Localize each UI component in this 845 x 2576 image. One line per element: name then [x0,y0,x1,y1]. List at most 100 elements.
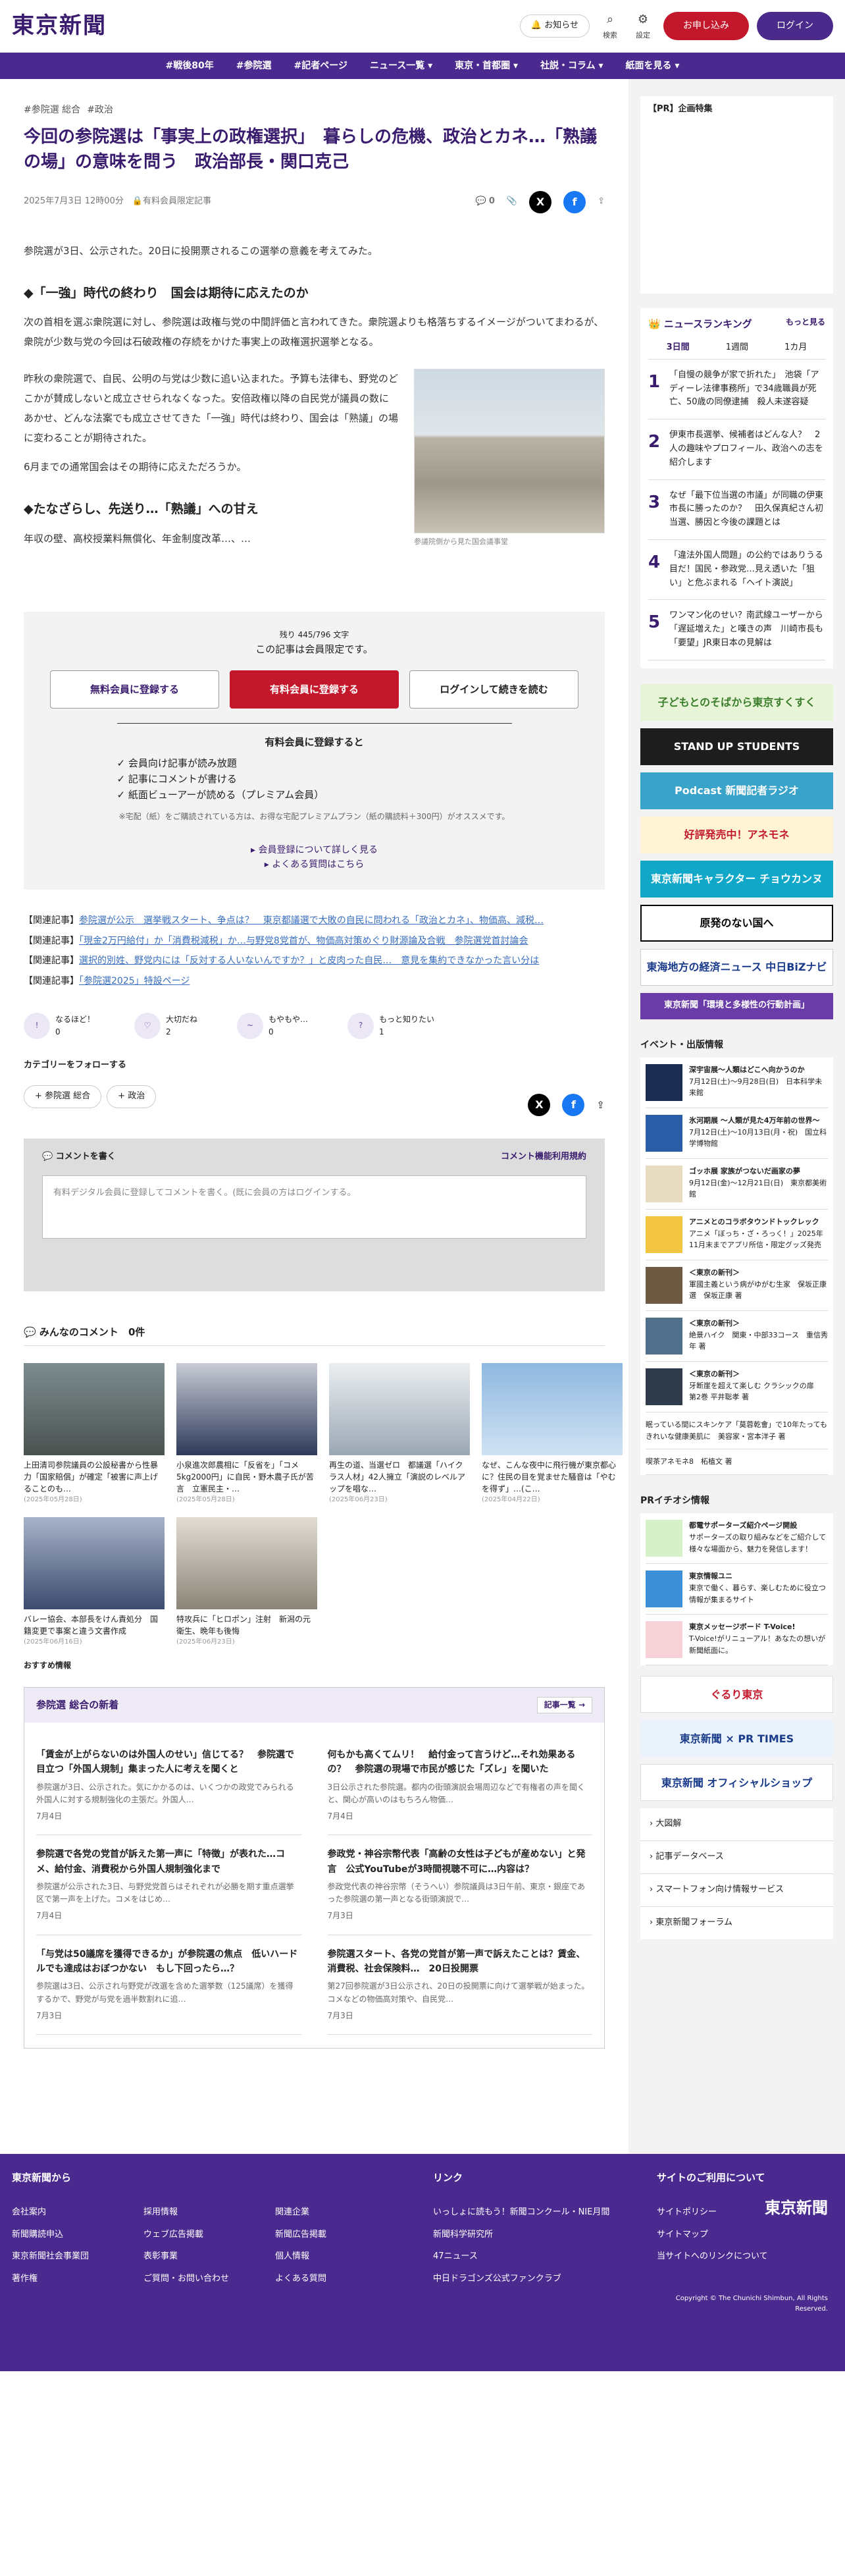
side-link[interactable]: › 記事データベース [640,1841,833,1874]
related-link[interactable]: 「参院選2025」特設ページ [79,976,190,986]
event-link[interactable]: 眠っている間にスキンケア「莫蓉乾會」で10年たってもきれいな健康美肌に 美容家・… [646,1412,828,1450]
comment-policy-link[interactable]: コメント機能利用規約 [501,1150,586,1164]
reaction-button[interactable]: ♡ 大切だね 2 [134,1012,197,1039]
thumb-card[interactable]: バレー協会、本部長をけん責処分 国籍変更で事案と違う文書作成 (2025年06月1… [24,1517,165,1648]
footer-link[interactable]: よくある質問 [275,2268,407,2290]
ranking-item[interactable]: 4 「違法外国人問題」の公約ではありうる目だ！国民・参政党…見え透いた「狙い」と危… [648,540,825,601]
news-item[interactable]: 参院選で各党の党首が訴えた第一声に「特徴」が表れた…コメ、給付金、消費税から外国… [36,1835,301,1935]
event-link[interactable]: 喫茶アネモネ8 柘植文 著 [646,1449,828,1475]
banner[interactable]: 東京新聞キャラクター チョウカンヌ [640,860,833,898]
x-share-icon[interactable]: X [528,1093,551,1116]
reaction-button[interactable]: ! なるほど！ 0 [24,1012,95,1039]
ranking-more-link[interactable]: もっと見る [786,316,825,332]
thumb-card[interactable]: 特攻兵に「ヒロポン」注射 新潟の元衛生、晩年も後悔 (2025年06月23日) [176,1517,317,1648]
news-item[interactable]: 参政党・神谷宗幣代表「高齢の女性は子どもが産めない」と発言 公式YouTubeが… [327,1835,592,1935]
settings-button[interactable]: ⚙ 設定 [630,11,655,41]
footer-link[interactable]: 会社案内 [12,2201,143,2224]
footer-link[interactable]: いっしょに読もう！新聞コンクール・NIE月間 [433,2201,630,2224]
pr-item[interactable]: 東京情報ユニ 東京で働く、暮らす、楽しむために役立つ情報が集まるサイト [646,1564,828,1615]
thumb-card[interactable]: なぜ、こんな夜中に飛行機が東京都心に？住民の目を覚ませた騒音は「やむを得ず」…(… [482,1363,623,1505]
banner[interactable]: 東京新聞 オフィシャルショップ [640,1764,833,1802]
footer-link[interactable]: 個人情報 [275,2245,407,2268]
side-link[interactable]: › 大図解 [640,1808,833,1842]
banner[interactable]: 好評発売中！アネモネ [640,816,833,853]
banner[interactable]: 東京新聞 × PR TIMES [640,1720,833,1758]
footer-link[interactable]: 当サイトへのリンクについて [657,2245,828,2268]
related-link[interactable]: 「現金2万円給付」か「消費税減税」か…与野党8党首が、物価高対策めぐり財源論及合… [79,936,528,946]
comment-count[interactable]: 💬 0 [476,195,495,209]
news-item[interactable]: 「賃金が上がらないのは外国人のせい」信じてる？ 参院選で目立つ「外国人規制」集ま… [36,1736,301,1836]
related-link[interactable]: 参院選が公示 選挙戦スタート、争点は？ 東京都議選で大敗の自民に問われる「政治と… [79,915,544,926]
side-link[interactable]: › スマートフォン向け情報サービス [640,1874,833,1907]
footer-link[interactable]: 表彰事業 [143,2245,275,2268]
share-icon[interactable]: ⇪ [598,195,605,209]
article-photo[interactable]: 参議院側から見た国会議事堂 [414,369,605,548]
reaction-button[interactable]: ~ もやもや… 0 [237,1012,308,1039]
footer-link[interactable]: 関連企業 [275,2201,407,2224]
faq-link[interactable]: ▸ よくある質問はこちら [50,857,578,872]
comment-input[interactable]: 有料デジタル会員に登録してコメントを書く。(既に会員の方はログインする。 [42,1175,586,1239]
nav-item[interactable]: 社説・コラム ▾ [540,59,603,73]
subscribe-button[interactable]: お申し込み [663,12,749,40]
event-item[interactable]: ＜東京の新刊＞ 絶景ハイク 関東・中部33コース 重信秀年 著 [646,1311,828,1362]
article-list-link[interactable]: 記事一覧 → [536,1696,592,1713]
ranking-tab[interactable]: 1週間 [726,341,748,355]
tag-link[interactable]: #政治 [87,103,113,117]
notice-button[interactable]: 🔔 お知らせ [519,14,590,38]
nav-item[interactable]: #戦後80年 [166,59,214,73]
event-item[interactable]: 深宇宙展〜人類はどこへ向かうのか 7月12日(土)〜9月28日(日) 日本科学未来… [646,1058,828,1109]
related-link[interactable]: 選択的別姓、野党内には「反対する人いないんですか？」と皮肉った自民… 意見を集約… [79,955,539,966]
event-item[interactable]: 氷河期展 〜人類が見た4万年前の世界〜 7月12日(土)〜10月13日(月・祝) … [646,1108,828,1160]
footer-link[interactable]: 著作権 [12,2268,143,2290]
nav-item[interactable]: #記者ページ [294,59,347,73]
ranking-tab[interactable]: 1カ月 [784,341,807,355]
banner[interactable]: STAND UP STUDENTS [640,728,833,765]
ranking-item[interactable]: 3 なぜ「最下位当選の市議」が同職の伊東市長に勝ったのか？ 田久保真紀さん初当選、… [648,480,825,540]
share-icon[interactable]: ⇪ [596,1097,605,1113]
banner[interactable]: 原発のない国へ [640,904,833,942]
footer-link[interactable]: 東京新聞社会事業団 [12,2245,143,2268]
nav-item[interactable]: ニュース一覧 ▾ [370,59,432,73]
pr-item[interactable]: 都電サポーターズ紹介ページ開設 サポーターズの取り組みなどをご紹介して様々な場面か… [646,1513,828,1565]
tag-link[interactable]: #参院選 総合 [24,103,80,117]
event-item[interactable]: ゴッホ展 家族がつないだ画家の夢 9月12日(金)〜12月21日(日) 東京都美術… [646,1159,828,1210]
banner[interactable]: 子どもとのそばから東京すくすく [640,684,833,721]
footer-link[interactable]: 新聞購読申込 [12,2224,143,2246]
footer-link[interactable]: 採用情報 [143,2201,275,2224]
nav-item[interactable]: 紙面を見る ▾ [626,59,680,73]
banner[interactable]: 東京新聞「環境と多様性の行動計画」 [640,992,833,1019]
site-logo[interactable]: 東京新聞 [12,8,107,43]
event-item[interactable]: ＜東京の新刊＞ 軍國主義という病がゆがむ生家 保坂正康選 保坂正康 著 [646,1260,828,1312]
login-button[interactable]: ログイン [757,12,833,40]
nav-item[interactable]: #参院選 [236,59,272,73]
search-button[interactable]: ⌕ 検索 [598,11,623,41]
ranking-item[interactable]: 2 伊東市長選挙、候補者はどんな人？ 2人の趣味やプロフィール、政治への志を紹介し… [648,419,825,480]
footer-link[interactable]: サイトマップ [657,2224,828,2246]
footer-link[interactable]: 47ニュース [433,2245,630,2268]
pr-item[interactable]: 東京メッセージボード T-Voice! T-Voice!がリニューアル！あなたの想… [646,1615,828,1666]
paid-register-button[interactable]: 有料会員に登録する [230,670,399,709]
event-item[interactable]: ＜東京の新刊＞ 牙断崖を超えて楽しむ クラシックの扉 第2巻 平井聡孝 著 [646,1362,828,1413]
thumb-card[interactable]: 再生の道、当選ゼロ 都議選「ハイクラス人材」42人擁立「演説のレベルアップを唱な… [329,1363,470,1505]
reaction-button[interactable]: ? もっと知りたい 1 [347,1012,434,1039]
thumb-card[interactable]: 上田清司参院議員の公設秘書から性暴力「国家賠償」が確定「被害に声上げることのも…… [24,1363,165,1505]
ranking-item[interactable]: 5 ワンマン化のせい？南武線ユーザーから「遅延増えた」と嘆きの声 川崎市長も「要望… [648,600,825,660]
thumb-card[interactable]: 小泉進次郎農相に「反省を」「コメ5kg2000円」に自民・野木農子氏が苦言 立憲… [176,1363,317,1505]
follow-chip[interactable]: + 政治 [107,1085,157,1109]
footer-link[interactable]: 中日ドラゴンズ公式ファンクラブ [433,2268,630,2290]
footer-link[interactable]: ご質問・お問い合わせ [143,2268,275,2290]
footer-link[interactable]: ウェブ広告掲載 [143,2224,275,2246]
ranking-tab[interactable]: 3日間 [667,341,690,355]
banner[interactable]: ぐるり東京 [640,1676,833,1713]
free-register-button[interactable]: 無料会員に登録する [50,670,219,709]
news-item[interactable]: 参院選スタート、各党の党首が第一声で訴えたことは？賃金、消費税、社会保険料… 2… [327,1935,592,2035]
login-continue-button[interactable]: ログインして続きを読む [409,670,578,709]
news-item[interactable]: 何もかも高くてムリ！ 給付金って言うけど…それ効果あるの？ 参院選の現場で市民が… [327,1736,592,1836]
side-link[interactable]: › 東京新聞フォーラム [640,1907,833,1939]
more-info-link[interactable]: ▸ 会員登録について詳しく見る [50,843,578,857]
x-share-icon[interactable]: X [529,190,552,213]
footer-link[interactable]: 新聞広告掲載 [275,2224,407,2246]
event-item[interactable]: アニメとのコラボタウンドトックレック アニメ「ぼっち・ざ・ろっく！」2025年11… [646,1210,828,1261]
ranking-item[interactable]: 1 「自慢の競争が家で折れた」 池袋「アディーレ法律事務所」で34歳職員が死亡、5… [648,360,825,420]
facebook-share-icon[interactable]: f [563,190,586,213]
